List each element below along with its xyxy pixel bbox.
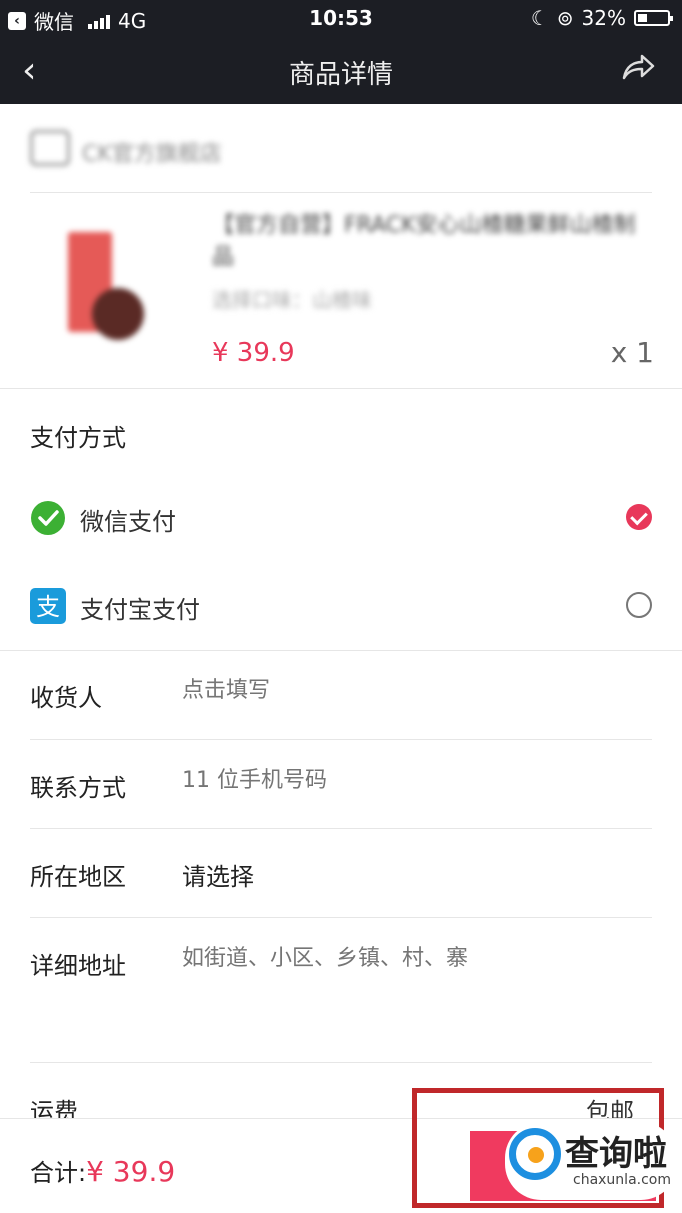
shop-icon xyxy=(30,130,70,166)
svg-text:支: 支 xyxy=(36,593,60,621)
payment-option-label: 支付宝支付 xyxy=(80,596,200,624)
page-title: 商品详情 xyxy=(288,60,393,90)
payment-section-title: 支付方式 xyxy=(30,424,126,452)
watermark-text: 查询啦 xyxy=(565,1134,667,1174)
product-title: 【官方自营】FRACK安心山楂糖果鲜山楂制品 xyxy=(212,213,636,270)
divider xyxy=(0,388,682,389)
product-thumbnail xyxy=(68,232,148,342)
product-spec: 选择口味：山楂味 xyxy=(212,288,372,312)
region-select[interactable]: 请选择 xyxy=(182,857,632,892)
order-total: 合计:¥ 39.9 xyxy=(30,1153,175,1188)
payment-option-alipay[interactable]: 支 支付宝支付 xyxy=(0,576,682,636)
payment-option-label: 微信支付 xyxy=(80,508,176,536)
payment-option-wechat[interactable]: 微信支付 xyxy=(0,488,682,548)
shipping-row: 运费 包邮 xyxy=(0,1062,682,1126)
region-row[interactable]: 所在地区 请选择 xyxy=(0,829,682,917)
share-icon[interactable] xyxy=(620,52,656,86)
shop-name: CK官方旗舰店 xyxy=(82,142,222,167)
alipay-icon: 支 xyxy=(30,588,66,624)
address-input[interactable] xyxy=(182,946,632,971)
product-quantity: x 1 xyxy=(610,336,654,369)
watermark: 查询啦 chaxunla.com xyxy=(505,1122,677,1200)
moon-icon: ☾ xyxy=(530,6,549,30)
total-label: 合计: xyxy=(30,1159,87,1187)
receiver-input[interactable] xyxy=(182,678,632,703)
phone-label: 联系方式 xyxy=(30,774,126,802)
product-card[interactable]: 【官方自营】FRACK安心山楂糖果鲜山楂制品 选择口味：山楂味 ¥ 39.9 x… xyxy=(0,192,682,388)
status-bar: ‹ 微信 4G 10:53 ☾ ⊚ 32% xyxy=(0,0,682,36)
phone-row: 联系方式 xyxy=(0,740,682,828)
product-price: ¥ 39.9 xyxy=(212,338,295,368)
wechat-pay-icon xyxy=(30,500,66,536)
receiver-label: 收货人 xyxy=(30,684,102,712)
address-label: 详细地址 xyxy=(30,952,126,980)
battery-percent: 32% xyxy=(581,6,626,30)
phone-input[interactable] xyxy=(182,768,632,793)
status-right: ☾ ⊚ 32% xyxy=(530,6,673,30)
total-amount: ¥ 39.9 xyxy=(86,1155,176,1188)
battery-icon xyxy=(634,10,673,26)
watermark-sub: chaxunla.com xyxy=(573,1172,671,1188)
region-label: 所在地区 xyxy=(30,863,126,891)
selected-check-icon[interactable] xyxy=(626,504,652,530)
watermark-logo-icon xyxy=(509,1128,561,1180)
receiver-row: 收货人 xyxy=(0,650,682,738)
shop-row[interactable]: CK官方旗舰店 xyxy=(0,104,682,192)
unselected-radio-icon[interactable] xyxy=(626,592,652,618)
nav-bar: ‹ 商品详情 xyxy=(0,36,682,104)
address-row: 详细地址 xyxy=(0,918,682,1006)
rotation-lock-icon: ⊚ xyxy=(556,6,574,30)
